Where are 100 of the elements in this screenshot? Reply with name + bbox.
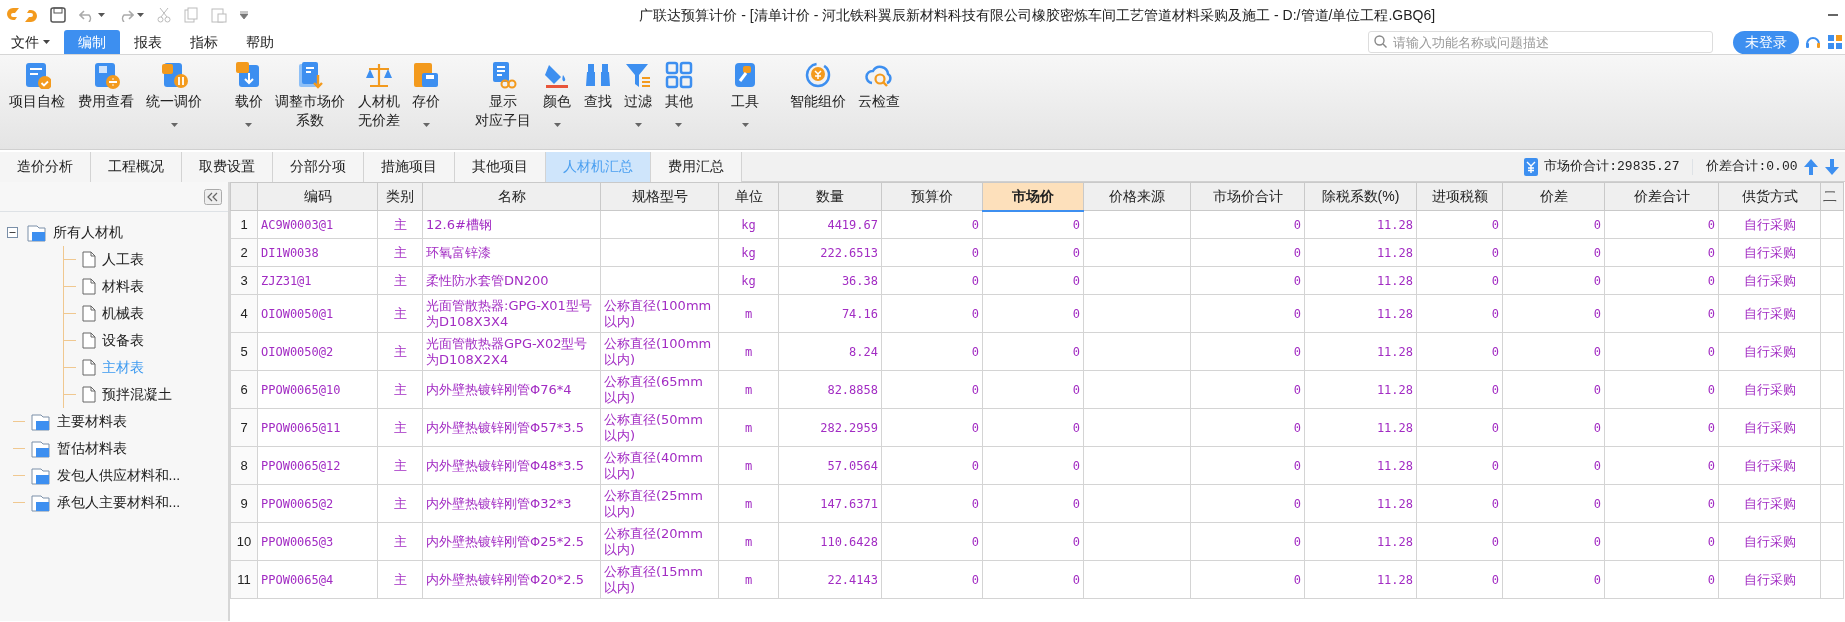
tab[interactable]: 措施项目 — [364, 151, 455, 182]
toolbar-button[interactable]: 载价 — [231, 59, 266, 136]
folder-icon — [26, 222, 47, 242]
row-number: 2 — [240, 244, 248, 260]
tree-item[interactable]: 设备表 — [63, 326, 228, 354]
column-header[interactable]: 价差合计 — [1604, 182, 1719, 211]
column-header[interactable]: 进项税额 — [1416, 182, 1503, 211]
table-cell: 自行采购 — [1743, 419, 1796, 436]
table-cell-text: 公称直径(15mm以内) — [604, 563, 704, 596]
toolbar-button[interactable]: 存价 — [409, 59, 443, 136]
tree-item[interactable]: 预拌混凝土 — [63, 380, 228, 408]
column-header[interactable]: 二 — [1820, 182, 1844, 211]
tab[interactable]: 取费设置 — [182, 151, 273, 182]
column-header[interactable]: 数量 — [778, 182, 882, 211]
toolbar-button[interactable]: 其他 — [661, 59, 696, 136]
toolbar-button[interactable]: 云检查 — [855, 59, 903, 114]
table-cell: DI1W0038 — [261, 244, 319, 261]
row-number: 11 — [237, 571, 251, 587]
column-header[interactable]: 市场价合计 — [1190, 182, 1305, 211]
customize-icon[interactable] — [240, 11, 248, 19]
toolbar-button[interactable]: 查找 — [580, 59, 615, 114]
scale-icon — [364, 61, 393, 89]
table-cell-text: 公称直径(100mm以内) — [604, 335, 713, 368]
row-number: 5 — [240, 343, 248, 359]
column-header[interactable]: 价格来源 — [1083, 182, 1191, 211]
table-cell: 0 — [1593, 244, 1601, 261]
column-header[interactable]: 除税系数(%) — [1304, 182, 1417, 211]
cut-icon[interactable] — [157, 7, 171, 23]
toolbar-button[interactable]: 统一调价 — [143, 59, 205, 136]
menu-tab[interactable]: 指标 — [175, 30, 232, 54]
toolbar-button[interactable]: 显示 对应子目 — [471, 59, 534, 133]
tab[interactable]: 费用汇总 — [651, 151, 742, 182]
tree-item[interactable]: 所有人材机 — [6, 218, 228, 246]
tree-item[interactable]: 材料表 — [63, 272, 228, 300]
toolbar-button[interactable]: 工具 — [728, 59, 762, 136]
search-field[interactable]: 请输入功能名称或问题描述 — [1368, 31, 1714, 53]
tab[interactable]: 其他项目 — [455, 151, 546, 182]
collapse-icon[interactable] — [203, 188, 222, 205]
table-cell: 0 — [1491, 381, 1499, 398]
table-cell: 0 — [1293, 571, 1301, 588]
table-cell: 0 — [1072, 216, 1080, 233]
menu-tab[interactable]: 帮助 — [231, 30, 288, 54]
column-header[interactable]: 类别 — [377, 182, 423, 211]
arrow-up-icon[interactable] — [1804, 159, 1818, 176]
collapse-toggle-icon[interactable] — [6, 226, 18, 238]
tree-item[interactable]: 主要材料表 — [6, 407, 228, 435]
tree-item[interactable]: 承包人主要材料和... — [6, 488, 228, 516]
arrow-down-icon[interactable] — [1824, 159, 1839, 176]
table-cell: 0 — [1593, 216, 1601, 233]
table-cell: 0 — [1707, 381, 1715, 398]
table-cell: PPOW0065@10 — [261, 381, 341, 398]
page-icon — [81, 331, 96, 349]
apps-icon[interactable] — [1827, 35, 1842, 49]
table-cell: 82.8858 — [827, 381, 878, 398]
table-cell: 环氧富锌漆 — [426, 244, 491, 261]
toolbar-button[interactable]: 过滤 — [621, 59, 655, 136]
toolbar-button[interactable]: 费用查看 — [74, 59, 137, 114]
table-cell: 0 — [1707, 244, 1715, 261]
column-header[interactable]: 名称 — [422, 182, 601, 211]
column-header[interactable]: 规格型号 — [600, 182, 719, 211]
table-cell: m — [744, 533, 753, 550]
table-cell: 22.4143 — [827, 571, 878, 588]
table-cell-text: 公称直径(20mm以内) — [604, 525, 704, 558]
toolbar-button[interactable]: 颜色 — [540, 59, 574, 136]
column-header[interactable]: 预算价 — [881, 182, 983, 211]
row-number: 4 — [240, 305, 248, 321]
menu-tab[interactable]: 文件 — [3, 30, 64, 54]
save-document-icon — [412, 61, 440, 89]
column-header[interactable]: 价差 — [1502, 182, 1605, 211]
tab[interactable]: 造价分析 — [0, 151, 91, 182]
table-cell: 0 — [1491, 533, 1499, 550]
column-header[interactable]: 市场价 — [982, 182, 1084, 211]
column-header[interactable]: 单位 — [718, 182, 779, 211]
tree-item[interactable]: 发包人供应材料和... — [6, 461, 228, 489]
table-cell: 0 — [1593, 272, 1601, 289]
tree-item[interactable]: 人工表 — [63, 245, 228, 273]
tab[interactable]: 工程概况 — [91, 151, 182, 182]
menu-tab[interactable]: 报表 — [119, 30, 176, 54]
table-cell: 0 — [971, 533, 979, 550]
headset-icon[interactable] — [1805, 34, 1822, 51]
tree-item[interactable]: 机械表 — [63, 299, 228, 327]
table-cell: 0 — [971, 343, 979, 360]
toolbar-button[interactable]: 项目自检 — [6, 59, 68, 114]
toolbar-button[interactable]: 智能组价 — [786, 59, 849, 114]
table-cell: 11.28 — [1376, 244, 1413, 261]
table-cell: 0 — [1072, 533, 1080, 550]
tab[interactable]: 分部分项 — [273, 151, 364, 182]
toolbar-button[interactable]: 人材机 无价差 — [354, 59, 403, 133]
column-header[interactable]: 供货方式 — [1718, 182, 1821, 211]
table-cell: 0 — [1707, 457, 1715, 474]
toolbar-button[interactable]: 调整市场价 系数 — [272, 59, 348, 133]
table-cell: PPOW0065@11 — [261, 419, 341, 436]
table-cell: 内外壁热镀锌刚管Φ57*3.5 — [426, 419, 584, 436]
column-header[interactable]: 编码 — [257, 182, 378, 211]
folder-icon — [30, 465, 51, 485]
table-cell: 0 — [1593, 305, 1601, 322]
table-cell: 自行采购 — [1743, 571, 1796, 588]
save-icon[interactable] — [49, 7, 66, 23]
table-cell: 74.16 — [841, 305, 878, 322]
tree-item[interactable]: 暂估材料表 — [6, 434, 228, 462]
